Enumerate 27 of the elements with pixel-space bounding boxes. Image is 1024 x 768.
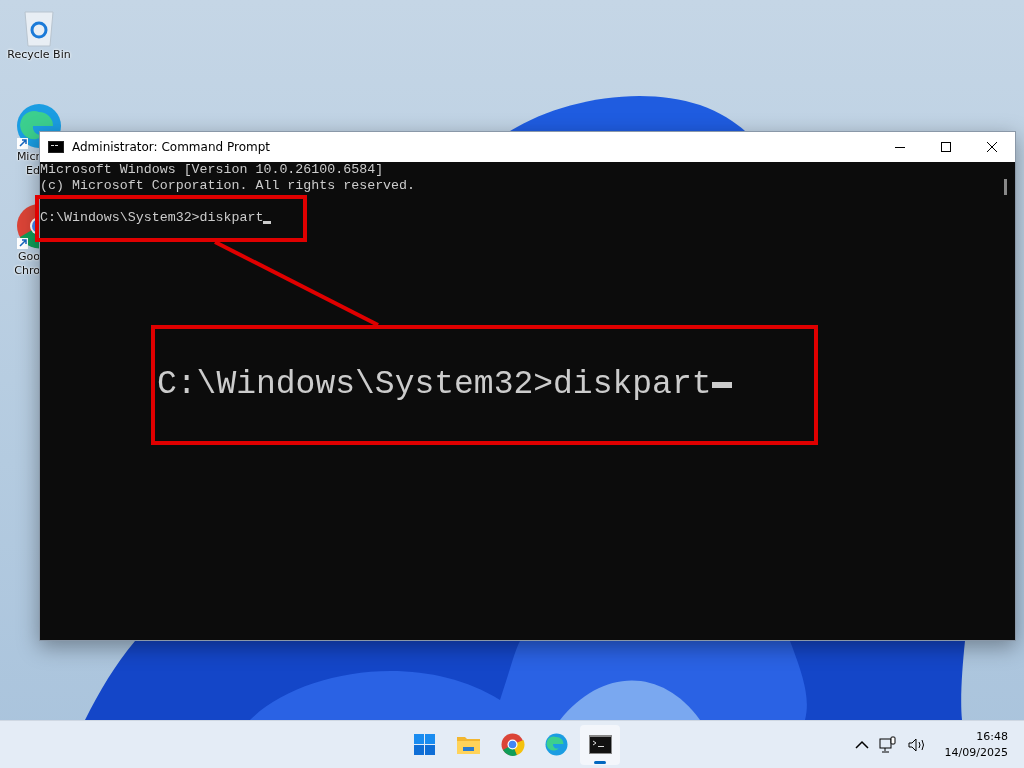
network-icon[interactable] bbox=[878, 735, 897, 754]
console-output-line: (c) Microsoft Corporation. All rights reserved. bbox=[40, 178, 416, 194]
browser-icon bbox=[543, 732, 569, 757]
console-icon bbox=[587, 732, 613, 757]
zoomed-cursor bbox=[711, 382, 732, 388]
icon-label[interactable]: Chro bbox=[0, 264, 40, 278]
console-output-line: Microsoft Windows [Version 10.0.26100.6584] bbox=[40, 162, 384, 178]
speaker-icon[interactable] bbox=[906, 736, 927, 753]
clock-time[interactable]: 16:48 bbox=[944, 728, 1008, 745]
command-line: C:\Windows\System32>diskpart bbox=[40, 210, 264, 226]
zoomed-command-text: C:\Windows\System32>diskpart bbox=[157, 365, 712, 406]
icon-label[interactable]: Recycle Bin bbox=[7, 48, 71, 62]
icon-label[interactable]: Goo bbox=[0, 250, 40, 264]
maximize-icon bbox=[941, 142, 951, 152]
window-title: Administrator: Command Prompt bbox=[72, 139, 270, 156]
console-icon bbox=[48, 141, 64, 153]
recycle-bin-icon bbox=[21, 8, 57, 48]
close-icon bbox=[987, 142, 997, 152]
text-cursor bbox=[263, 221, 272, 224]
start-icon bbox=[411, 732, 437, 757]
scrollbar-thumb[interactable] bbox=[1004, 179, 1007, 195]
taskbar-app-button[interactable] bbox=[580, 724, 620, 765]
browser-icon bbox=[499, 732, 525, 757]
chevron-up-icon[interactable] bbox=[854, 739, 869, 750]
icon-label[interactable]: Micr bbox=[0, 150, 40, 164]
clock-date[interactable]: 14/09/2025 bbox=[944, 744, 1008, 761]
icon-label[interactable]: Ed bbox=[0, 164, 40, 178]
